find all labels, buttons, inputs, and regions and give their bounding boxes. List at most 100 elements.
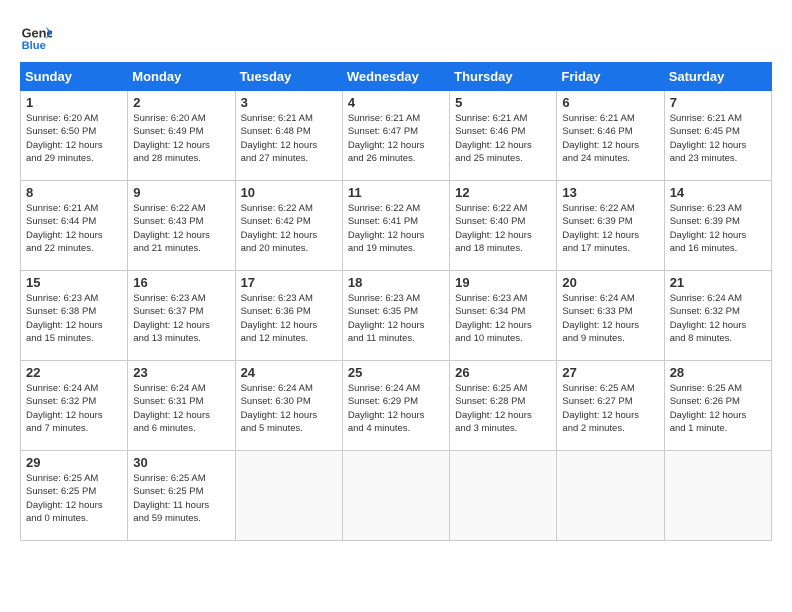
day-number: 10 xyxy=(241,185,337,200)
day-info: Sunrise: 6:21 AM Sunset: 6:48 PM Dayligh… xyxy=(241,112,337,165)
calendar-cell: 13 Sunrise: 6:22 AM Sunset: 6:39 PM Dayli… xyxy=(557,181,664,271)
day-info: Sunrise: 6:21 AM Sunset: 6:46 PM Dayligh… xyxy=(455,112,551,165)
calendar-cell: 18 Sunrise: 6:23 AM Sunset: 6:35 PM Dayli… xyxy=(342,271,449,361)
weekday-header-tuesday: Tuesday xyxy=(235,63,342,91)
day-info: Sunrise: 6:22 AM Sunset: 6:41 PM Dayligh… xyxy=(348,202,444,255)
day-info: Sunrise: 6:24 AM Sunset: 6:31 PM Dayligh… xyxy=(133,382,229,435)
day-number: 6 xyxy=(562,95,658,110)
page-header: General Blue xyxy=(20,20,772,52)
day-number: 25 xyxy=(348,365,444,380)
calendar-cell: 24 Sunrise: 6:24 AM Sunset: 6:30 PM Dayli… xyxy=(235,361,342,451)
weekday-header-friday: Friday xyxy=(557,63,664,91)
weekday-header-row: SundayMondayTuesdayWednesdayThursdayFrid… xyxy=(21,63,772,91)
day-info: Sunrise: 6:21 AM Sunset: 6:47 PM Dayligh… xyxy=(348,112,444,165)
calendar-cell: 15 Sunrise: 6:23 AM Sunset: 6:38 PM Dayli… xyxy=(21,271,128,361)
calendar-cell: 17Sunrise: 6:23 AM Sunset: 6:36 PM Dayli… xyxy=(235,271,342,361)
calendar-cell: 11 Sunrise: 6:22 AM Sunset: 6:41 PM Dayli… xyxy=(342,181,449,271)
calendar-cell xyxy=(342,451,449,541)
calendar-cell: 3 Sunrise: 6:21 AM Sunset: 6:48 PM Daylig… xyxy=(235,91,342,181)
day-info: Sunrise: 6:25 AM Sunset: 6:25 PM Dayligh… xyxy=(133,472,229,525)
weekday-header-thursday: Thursday xyxy=(450,63,557,91)
calendar-cell: 5 Sunrise: 6:21 AM Sunset: 6:46 PM Daylig… xyxy=(450,91,557,181)
day-info: Sunrise: 6:22 AM Sunset: 6:42 PM Dayligh… xyxy=(241,202,337,255)
calendar-week-2: 8 Sunrise: 6:21 AM Sunset: 6:44 PM Daylig… xyxy=(21,181,772,271)
day-number: 16 xyxy=(133,275,229,290)
day-number: 27 xyxy=(562,365,658,380)
calendar-cell: 22 Sunrise: 6:24 AM Sunset: 6:32 PM Dayli… xyxy=(21,361,128,451)
calendar-cell: 14 Sunrise: 6:23 AM Sunset: 6:39 PM Dayli… xyxy=(664,181,771,271)
day-number: 13 xyxy=(562,185,658,200)
calendar-cell: 20Sunrise: 6:24 AM Sunset: 6:33 PM Dayli… xyxy=(557,271,664,361)
day-info: Sunrise: 6:21 AM Sunset: 6:44 PM Dayligh… xyxy=(26,202,122,255)
day-number: 29 xyxy=(26,455,122,470)
calendar-week-3: 15 Sunrise: 6:23 AM Sunset: 6:38 PM Dayli… xyxy=(21,271,772,361)
calendar-cell: 10 Sunrise: 6:22 AM Sunset: 6:42 PM Dayli… xyxy=(235,181,342,271)
day-number: 8 xyxy=(26,185,122,200)
day-info: Sunrise: 6:23 AM Sunset: 6:38 PM Dayligh… xyxy=(26,292,122,345)
day-info: Sunrise: 6:23 AM Sunset: 6:34 PM Dayligh… xyxy=(455,292,551,345)
calendar-cell: 27 Sunrise: 6:25 AM Sunset: 6:27 PM Dayli… xyxy=(557,361,664,451)
day-number: 7 xyxy=(670,95,766,110)
day-number: 14 xyxy=(670,185,766,200)
calendar-cell: 25 Sunrise: 6:24 AM Sunset: 6:29 PM Dayli… xyxy=(342,361,449,451)
day-info: Sunrise: 6:23 AM Sunset: 6:39 PM Dayligh… xyxy=(670,202,766,255)
day-number: 26 xyxy=(455,365,551,380)
calendar-cell xyxy=(450,451,557,541)
day-info: Sunrise: 6:20 AM Sunset: 6:50 PM Dayligh… xyxy=(26,112,122,165)
day-info: Sunrise: 6:21 AM Sunset: 6:46 PM Dayligh… xyxy=(562,112,658,165)
calendar-cell: 7 Sunrise: 6:21 AM Sunset: 6:45 PM Daylig… xyxy=(664,91,771,181)
day-number: 2 xyxy=(133,95,229,110)
day-info: Sunrise: 6:21 AM Sunset: 6:45 PM Dayligh… xyxy=(670,112,766,165)
day-info: Sunrise: 6:25 AM Sunset: 6:26 PM Dayligh… xyxy=(670,382,766,435)
day-number: 15 xyxy=(26,275,122,290)
day-number: 23 xyxy=(133,365,229,380)
day-number: 20 xyxy=(562,275,658,290)
day-number: 22 xyxy=(26,365,122,380)
calendar-cell: 8 Sunrise: 6:21 AM Sunset: 6:44 PM Daylig… xyxy=(21,181,128,271)
calendar-cell: 30 Sunrise: 6:25 AM Sunset: 6:25 PM Dayli… xyxy=(128,451,235,541)
calendar-cell xyxy=(235,451,342,541)
logo: General Blue xyxy=(20,20,56,52)
day-info: Sunrise: 6:24 AM Sunset: 6:32 PM Dayligh… xyxy=(26,382,122,435)
day-info: Sunrise: 6:24 AM Sunset: 6:32 PM Dayligh… xyxy=(670,292,766,345)
calendar-cell: 28 Sunrise: 6:25 AM Sunset: 6:26 PM Dayli… xyxy=(664,361,771,451)
day-info: Sunrise: 6:22 AM Sunset: 6:39 PM Dayligh… xyxy=(562,202,658,255)
day-number: 28 xyxy=(670,365,766,380)
day-number: 5 xyxy=(455,95,551,110)
calendar-week-4: 22 Sunrise: 6:24 AM Sunset: 6:32 PM Dayli… xyxy=(21,361,772,451)
day-info: Sunrise: 6:23 AM Sunset: 6:37 PM Dayligh… xyxy=(133,292,229,345)
day-info: Sunrise: 6:24 AM Sunset: 6:30 PM Dayligh… xyxy=(241,382,337,435)
day-number: 19 xyxy=(455,275,551,290)
day-info: Sunrise: 6:24 AM Sunset: 6:29 PM Dayligh… xyxy=(348,382,444,435)
calendar-table: SundayMondayTuesdayWednesdayThursdayFrid… xyxy=(20,62,772,541)
day-number: 30 xyxy=(133,455,229,470)
day-info: Sunrise: 6:25 AM Sunset: 6:25 PM Dayligh… xyxy=(26,472,122,525)
day-info: Sunrise: 6:22 AM Sunset: 6:40 PM Dayligh… xyxy=(455,202,551,255)
day-number: 18 xyxy=(348,275,444,290)
calendar-week-1: 1 Sunrise: 6:20 AM Sunset: 6:50 PM Daylig… xyxy=(21,91,772,181)
day-info: Sunrise: 6:23 AM Sunset: 6:35 PM Dayligh… xyxy=(348,292,444,345)
logo-icon: General Blue xyxy=(20,20,52,52)
calendar-cell: 29 Sunrise: 6:25 AM Sunset: 6:25 PM Dayli… xyxy=(21,451,128,541)
calendar-week-5: 29 Sunrise: 6:25 AM Sunset: 6:25 PM Dayli… xyxy=(21,451,772,541)
calendar-cell: 4Sunrise: 6:21 AM Sunset: 6:47 PM Daylig… xyxy=(342,91,449,181)
day-info: Sunrise: 6:25 AM Sunset: 6:27 PM Dayligh… xyxy=(562,382,658,435)
calendar-cell xyxy=(664,451,771,541)
calendar-cell: 2Sunrise: 6:20 AM Sunset: 6:49 PM Daylig… xyxy=(128,91,235,181)
day-info: Sunrise: 6:22 AM Sunset: 6:43 PM Dayligh… xyxy=(133,202,229,255)
day-number: 24 xyxy=(241,365,337,380)
calendar-cell: 21Sunrise: 6:24 AM Sunset: 6:32 PM Dayli… xyxy=(664,271,771,361)
weekday-header-wednesday: Wednesday xyxy=(342,63,449,91)
calendar-cell: 26Sunrise: 6:25 AM Sunset: 6:28 PM Dayli… xyxy=(450,361,557,451)
svg-text:General: General xyxy=(22,26,52,41)
calendar-cell: 9Sunrise: 6:22 AM Sunset: 6:43 PM Daylig… xyxy=(128,181,235,271)
day-info: Sunrise: 6:23 AM Sunset: 6:36 PM Dayligh… xyxy=(241,292,337,345)
day-number: 11 xyxy=(348,185,444,200)
calendar-cell: 1 Sunrise: 6:20 AM Sunset: 6:50 PM Daylig… xyxy=(21,91,128,181)
weekday-header-monday: Monday xyxy=(128,63,235,91)
calendar-cell xyxy=(557,451,664,541)
day-number: 1 xyxy=(26,95,122,110)
day-number: 3 xyxy=(241,95,337,110)
calendar-cell: 19 Sunrise: 6:23 AM Sunset: 6:34 PM Dayli… xyxy=(450,271,557,361)
day-number: 12 xyxy=(455,185,551,200)
